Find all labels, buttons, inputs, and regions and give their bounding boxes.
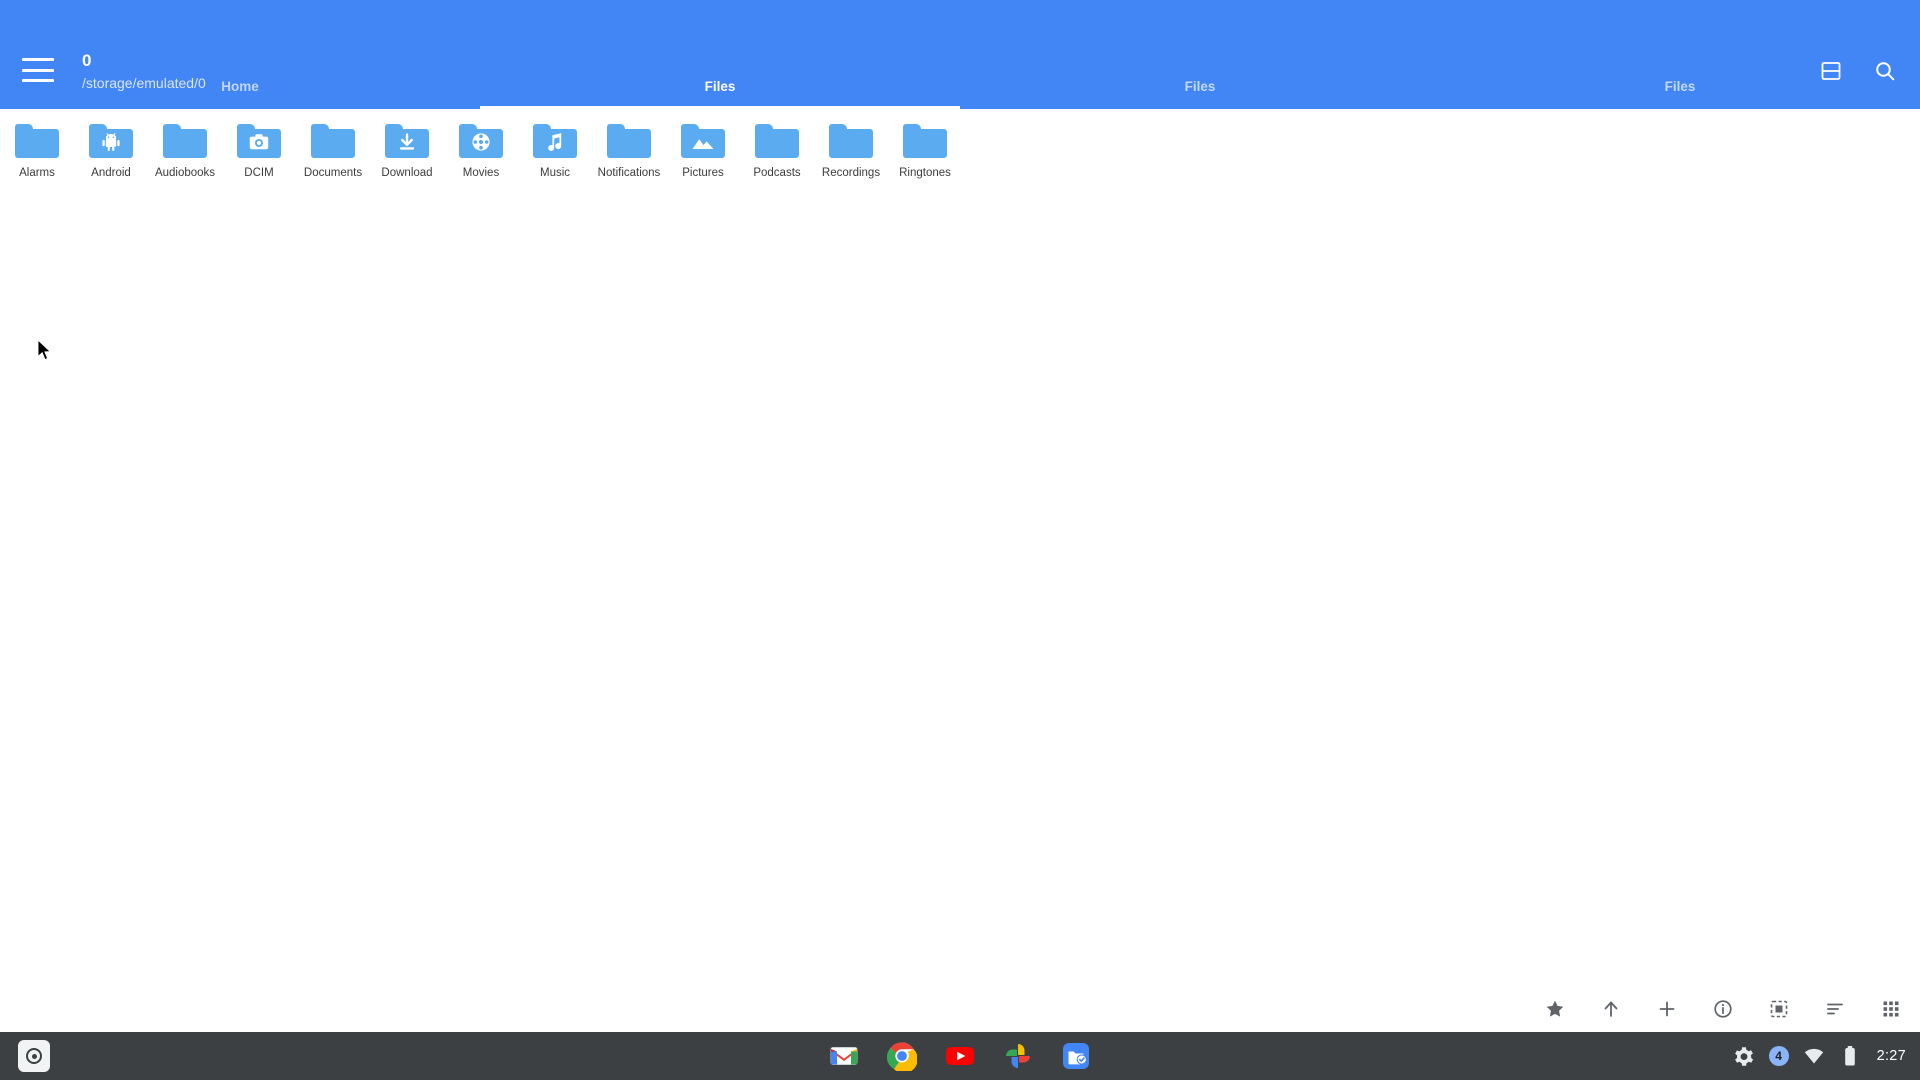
folder-label: Recordings bbox=[822, 166, 880, 180]
tab-files-3[interactable]: Files bbox=[1440, 77, 1920, 109]
files-app-icon[interactable] bbox=[1060, 1040, 1092, 1072]
folder-icon bbox=[680, 122, 726, 160]
folder-icon bbox=[384, 122, 430, 160]
folder-label: Download bbox=[381, 166, 432, 180]
tab-home[interactable]: Home bbox=[0, 77, 480, 109]
folder-icon bbox=[902, 122, 948, 160]
app-header: 0 /storage/emulated/0 bbox=[0, 0, 1920, 109]
folder-label: DCIM bbox=[244, 166, 273, 180]
tab-bar: Home Files Files Files bbox=[0, 77, 1920, 109]
tab-files-2[interactable]: Files bbox=[960, 77, 1440, 109]
folder-icon bbox=[162, 122, 208, 160]
notification-count-badge[interactable]: 4 bbox=[1769, 1046, 1789, 1066]
folder-label: Documents bbox=[304, 166, 362, 180]
sort-icon[interactable] bbox=[1820, 994, 1850, 1024]
file-list-area: Alarms Android Audiobooks DCIM Documents Down… bbox=[0, 109, 1920, 1032]
shelf-app-list bbox=[828, 1040, 1092, 1072]
screen: 0 /storage/emulated/0 bbox=[0, 0, 1920, 1080]
star-bookmark-icon[interactable] bbox=[1540, 994, 1570, 1024]
folder-item[interactable]: Movies bbox=[444, 118, 518, 180]
system-tray[interactable]: 4 2:27 bbox=[1733, 1045, 1906, 1067]
launcher-icon bbox=[26, 1048, 42, 1064]
folder-item[interactable]: Documents bbox=[296, 118, 370, 180]
folder-label: Music bbox=[540, 166, 570, 180]
battery-icon[interactable] bbox=[1839, 1045, 1861, 1067]
folder-item[interactable]: Notifications bbox=[592, 118, 666, 180]
folder-grid: Alarms Android Audiobooks DCIM Documents Down… bbox=[0, 109, 1920, 180]
folder-icon bbox=[606, 122, 652, 160]
arrow-up-icon[interactable] bbox=[1596, 994, 1626, 1024]
info-circle-icon[interactable] bbox=[1708, 994, 1738, 1024]
folder-label: Podcasts bbox=[753, 166, 800, 180]
folder-label: Alarms bbox=[19, 166, 55, 180]
folder-item[interactable]: Recordings bbox=[814, 118, 888, 180]
folder-item[interactable]: Audiobooks bbox=[148, 118, 222, 180]
folder-icon bbox=[458, 122, 504, 160]
folder-icon bbox=[532, 122, 578, 160]
photos-app-icon[interactable] bbox=[1002, 1040, 1034, 1072]
select-all-icon[interactable] bbox=[1764, 994, 1794, 1024]
folder-item[interactable]: Pictures bbox=[666, 118, 740, 180]
folder-item[interactable]: Music bbox=[518, 118, 592, 180]
youtube-app-icon[interactable] bbox=[944, 1040, 976, 1072]
grid-view-icon[interactable] bbox=[1876, 994, 1906, 1024]
wifi-icon[interactable] bbox=[1803, 1045, 1825, 1067]
folder-item[interactable]: Download bbox=[370, 118, 444, 180]
tab-label: Files bbox=[705, 79, 736, 94]
folder-label: Audiobooks bbox=[155, 166, 215, 180]
folder-icon bbox=[310, 122, 356, 160]
folder-icon bbox=[828, 122, 874, 160]
folder-item[interactable]: Android bbox=[74, 118, 148, 180]
file-manager-window: 0 /storage/emulated/0 bbox=[0, 0, 1920, 1032]
folder-icon bbox=[236, 122, 282, 160]
folder-label: Pictures bbox=[682, 166, 724, 180]
gmail-app-icon[interactable] bbox=[828, 1040, 860, 1072]
chromeos-shelf: 4 2:27 bbox=[0, 1032, 1920, 1080]
folder-label: Ringtones bbox=[899, 166, 951, 180]
folder-label: Movies bbox=[463, 166, 499, 180]
folder-icon bbox=[88, 122, 134, 160]
page-title: 0 bbox=[82, 50, 206, 72]
chrome-app-icon[interactable] bbox=[886, 1040, 918, 1072]
folder-icon bbox=[754, 122, 800, 160]
folder-item[interactable]: Podcasts bbox=[740, 118, 814, 180]
app-bottom-toolbar bbox=[1540, 994, 1906, 1024]
tab-files-1[interactable]: Files bbox=[480, 77, 960, 109]
plus-add-icon[interactable] bbox=[1652, 994, 1682, 1024]
folder-item[interactable]: DCIM bbox=[222, 118, 296, 180]
clock[interactable]: 2:27 bbox=[1875, 1048, 1906, 1064]
folder-icon bbox=[14, 122, 60, 160]
folder-label: Android bbox=[91, 166, 131, 180]
tab-label: Home bbox=[221, 79, 259, 94]
folder-item[interactable]: Ringtones bbox=[888, 118, 962, 180]
folder-label: Notifications bbox=[598, 166, 661, 180]
folder-item[interactable]: Alarms bbox=[0, 118, 74, 180]
launcher-button[interactable] bbox=[18, 1040, 50, 1072]
tab-label: Files bbox=[1665, 79, 1696, 94]
tab-label: Files bbox=[1185, 79, 1216, 94]
gear-icon[interactable] bbox=[1733, 1045, 1755, 1067]
